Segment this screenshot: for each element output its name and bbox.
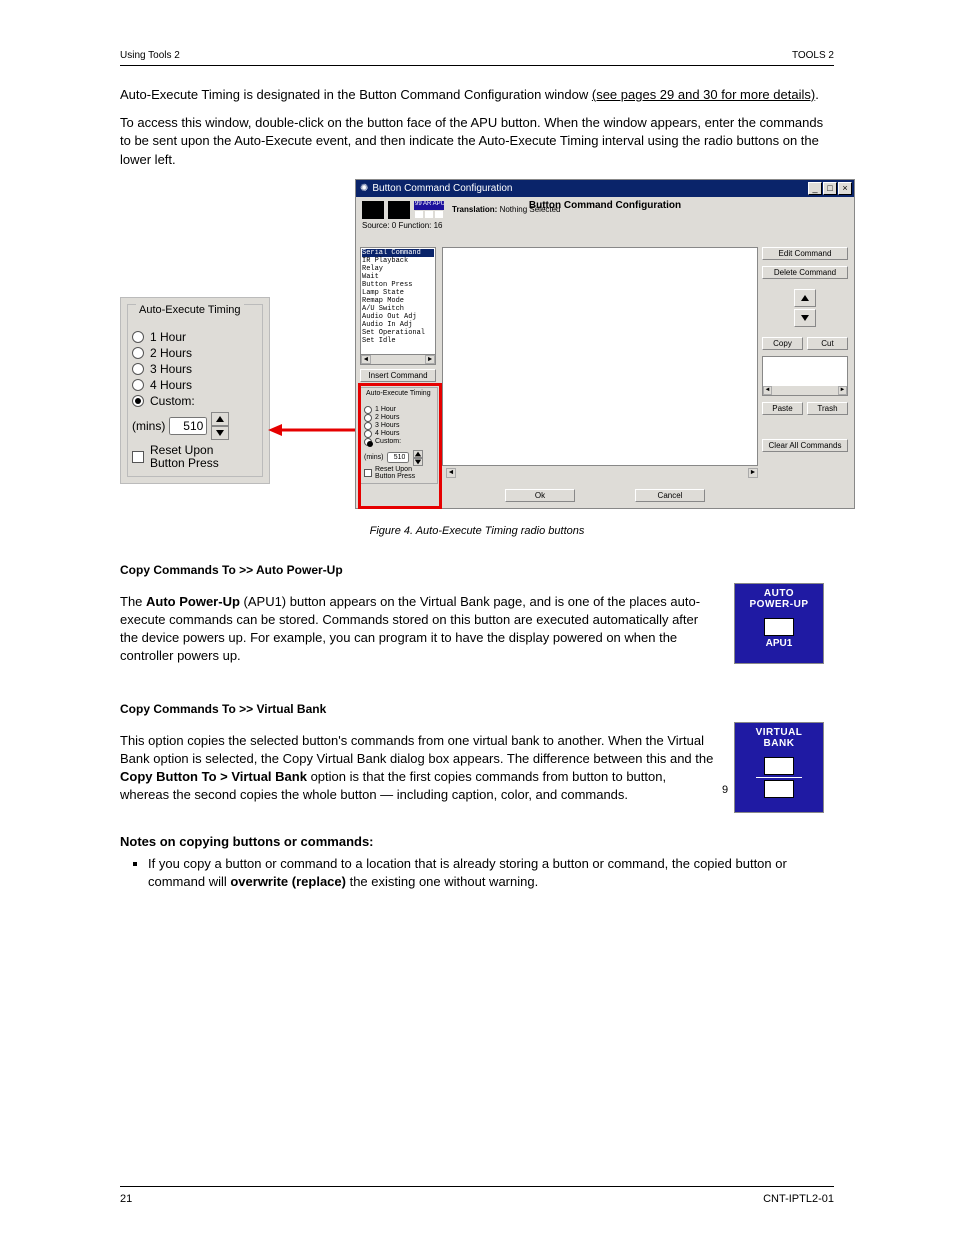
clear-all-button[interactable]: Clear All Commands <box>762 439 848 452</box>
apu-button-graphic: AUTO POWER-UP APU1 <box>734 583 824 664</box>
section-apu-title: Copy Commands To >> Auto Power-Up <box>120 563 834 577</box>
intro-para-2: To access this window, double-click on t… <box>120 114 834 169</box>
timing-groupbox-title: Auto-Execute Timing <box>136 304 244 316</box>
radio-4h[interactable]: 4 Hours <box>132 378 258 392</box>
section-apu-body: The Auto Power-Up (APU1) button appears … <box>120 593 714 666</box>
timing-panel-zoom: Auto-Execute Timing 1 Hour 2 Hours 3 Hou… <box>120 297 270 484</box>
figure-area: Auto-Execute Timing 1 Hour 2 Hours 3 Hou… <box>120 179 834 519</box>
source-function-line: Source: 0 Function: 16 <box>362 221 848 230</box>
copy-button[interactable]: Copy <box>762 337 803 350</box>
dialog-titlebar[interactable]: ✺ Button Command Configuration _ □ × <box>356 180 854 197</box>
timing-panel-mini: Auto-Execute Timing 1 Hour 2 Hours 3 Hou… <box>360 387 438 484</box>
mini-radio-1h[interactable]: 1 Hour <box>364 406 434 414</box>
command-listbox[interactable]: Serial Command IR Playback Relay Wait Bu… <box>360 247 436 365</box>
close-button[interactable]: × <box>838 182 852 195</box>
minimize-button[interactable]: _ <box>808 182 822 195</box>
vb-button-graphic: VIRTUAL BANK <box>734 722 824 813</box>
spinner-up-icon[interactable] <box>211 412 229 426</box>
mins-label: (mins) <box>132 419 165 433</box>
delete-command-button[interactable]: Delete Command <box>762 266 848 279</box>
figure-caption: Figure 4. Auto-Execute Timing radio butt… <box>120 525 834 537</box>
callout-arrow <box>268 423 368 437</box>
cut-button[interactable]: Cut <box>807 337 848 350</box>
header-right: TOOLS 2 <box>792 50 834 61</box>
paste-button[interactable]: Paste <box>762 402 803 415</box>
mini-spinner[interactable] <box>413 450 423 466</box>
maximize-button[interactable]: □ <box>823 182 837 195</box>
trash-button[interactable]: Trash <box>807 402 848 415</box>
mini-reset-checkbox[interactable]: Reset Upon Button Press <box>364 466 434 480</box>
ok-button[interactable]: Ok <box>505 489 575 502</box>
main-hscroll[interactable]: ◄► <box>446 468 758 478</box>
listbox-hscroll[interactable]: ◄► <box>361 354 435 364</box>
header-left: Using Tools 2 <box>120 50 180 61</box>
selected-button-preview: 99 AR APU <box>414 201 444 219</box>
move-down-button[interactable] <box>794 309 816 327</box>
edit-command-button[interactable]: Edit Command <box>762 247 848 260</box>
notes-list: If you copy a button or command to a loc… <box>148 855 834 890</box>
clipboard-area: ◄► <box>762 356 848 396</box>
rule-top <box>120 65 834 66</box>
assigned-commands-area[interactable] <box>442 247 758 466</box>
section-vb-title: Copy Commands To >> Virtual Bank <box>120 702 834 716</box>
radio-2h[interactable]: 2 Hours <box>132 346 258 360</box>
vb-number-label: 9 <box>722 784 728 796</box>
reset-checkbox[interactable]: Reset Upon Button Press <box>132 444 258 470</box>
radio-1h[interactable]: 1 Hour <box>132 330 258 344</box>
spinner-down-icon[interactable] <box>211 426 229 440</box>
move-up-button[interactable] <box>794 289 816 307</box>
insert-command-button[interactable]: Insert Command <box>360 369 436 382</box>
dialog-heading: Button Command Configuration <box>529 200 681 211</box>
mini-radio-4h[interactable]: 4 Hours <box>364 430 434 438</box>
section-vb-body: This option copies the selected button's… <box>120 732 714 805</box>
doc-code: CNT-IPTL2-01 <box>763 1193 834 1205</box>
selector-grid2-icon[interactable] <box>388 201 410 219</box>
radio-custom[interactable]: Custom: <box>132 394 258 408</box>
mini-radio-custom[interactable]: Custom: <box>364 438 434 446</box>
mini-radio-3h[interactable]: 3 Hours <box>364 422 434 430</box>
notes-heading: Notes on copying buttons or commands: <box>120 834 834 849</box>
mini-mins-input[interactable] <box>387 452 409 463</box>
cancel-button[interactable]: Cancel <box>635 489 705 502</box>
mini-radio-2h[interactable]: 2 Hours <box>364 414 434 422</box>
selector-grid-icon[interactable] <box>362 201 384 219</box>
mins-input[interactable] <box>169 417 207 435</box>
page-number: 21 <box>120 1193 132 1205</box>
radio-3h[interactable]: 3 Hours <box>132 362 258 376</box>
rule-bottom <box>120 1186 834 1187</box>
button-command-config-dialog: ✺ Button Command Configuration _ □ × But… <box>355 179 855 509</box>
intro-para-1: Auto-Execute Timing is designated in the… <box>120 86 834 104</box>
mins-spinner[interactable] <box>211 412 229 440</box>
titlebar-gear-icon: ✺ <box>360 183 368 194</box>
notes-item-1: If you copy a button or command to a loc… <box>148 855 834 890</box>
